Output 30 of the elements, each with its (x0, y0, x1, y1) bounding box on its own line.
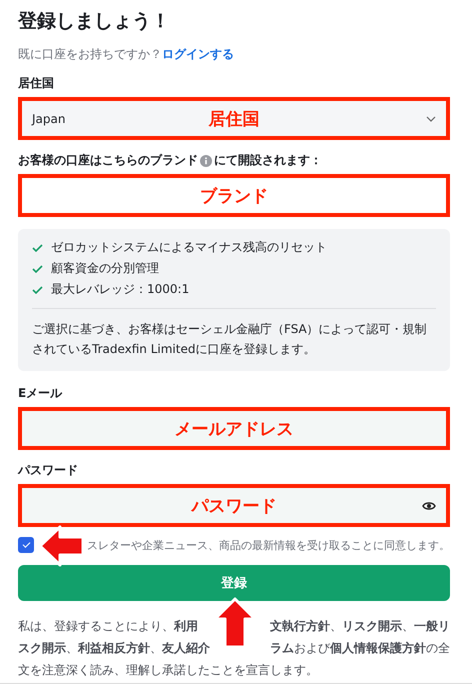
consent-checkbox[interactable] (18, 537, 34, 553)
legal-text: 私は、登録することにより、利用 (18, 618, 198, 635)
field-label: Eメール (18, 385, 62, 402)
annotation-label: 居住国 (208, 108, 260, 130)
annotation-label: パスワード (192, 495, 276, 517)
feature-text: 顧客資金の分別管理 (51, 260, 159, 277)
notice-text: ご選択に基づき、お客様はセーシェル金融庁（FSA）によって認可・規制されているTradexfin Limitedに口座を登録します。 (32, 321, 428, 358)
legal-text: ラムおよび個人情報保護方針の全 (270, 640, 450, 657)
feature-text: ゼロカットシステムによるマイナス残高のリセット (51, 239, 327, 256)
info-icon[interactable] (200, 154, 212, 166)
check-icon (32, 244, 43, 252)
consent-text: スレターや企業ニュース、商品の最新情報を受け取ることに同意します。 (87, 538, 450, 552)
register-button[interactable]: 登録 (18, 565, 450, 601)
page-title: 登録しましょう！ (18, 9, 171, 34)
login-link[interactable]: ログインする (162, 46, 234, 63)
legal-text: 文を注意深く読み、理解し承諾したことを宣言します。 (18, 662, 318, 679)
check-icon (32, 286, 43, 294)
eye-icon[interactable] (422, 500, 436, 510)
field-label: にて開設されます： (214, 152, 322, 169)
chevron-icon (426, 116, 436, 122)
annotation-label: ブランド (200, 185, 268, 207)
legal-text: スク開示、利益相反方針、友人紹介 (18, 640, 210, 657)
feature-text: 最大レバレッジ：1000:1 (51, 281, 190, 298)
check-icon (32, 264, 43, 272)
field-label: 居住国 (18, 75, 54, 92)
field-label: パスワード (18, 462, 78, 479)
field-label: お客様の口座はこちらのブランド (18, 152, 198, 169)
annotation-label: メールアドレス (174, 418, 294, 440)
login-prompt: 既に口座をお持ちですか？ (18, 46, 162, 63)
legal-text: 文執行方針、リスク開示、一般リ (270, 618, 450, 635)
